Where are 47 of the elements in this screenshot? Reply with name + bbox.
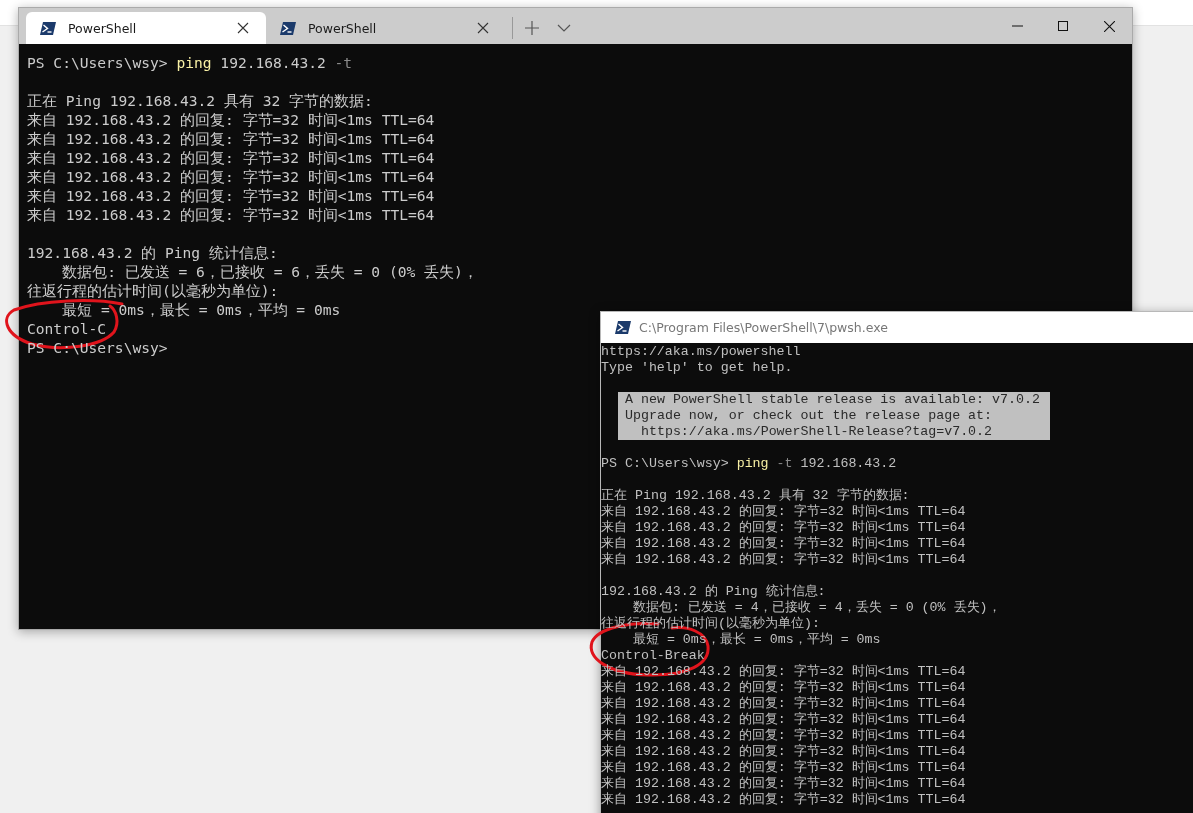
powershell-icon (40, 21, 56, 35)
output-line: 来自 192.168.43.2 的回复: 字节=32 时间<1ms TTL=64 (601, 712, 966, 728)
output-line: 来自 192.168.43.2 的回复: 字节=32 时间<1ms TTL=64 (601, 520, 966, 536)
output-line: 来自 192.168.43.2 的回复: 字节=32 时间<1ms TTL=64 (27, 110, 435, 129)
output-line: 来自 192.168.43.2 的回复: 字节=32 时间<1ms TTL=64 (601, 760, 966, 776)
output-line: 最短 = 0ms，最长 = 0ms，平均 = 0ms (631, 632, 881, 648)
output-line: Control-Break (601, 648, 705, 664)
output-line: Type 'help' to get help. (601, 360, 793, 376)
output-line: 192.168.43.2 的 Ping 统计信息: (601, 584, 826, 600)
tab[interactable]: PowerShell (26, 12, 266, 44)
output-line: 正在 Ping 192.168.43.2 具有 32 字节的数据: (27, 91, 373, 110)
minimize-icon (1011, 25, 1023, 27)
maximize-icon (1058, 21, 1068, 31)
tab[interactable]: PowerShell (266, 12, 506, 44)
close-icon (237, 22, 249, 34)
close-icon (1103, 20, 1115, 32)
output-line: 来自 192.168.43.2 的回复: 字节=32 时间<1ms TTL=64 (601, 792, 966, 808)
output-line: 来自 192.168.43.2 的回复: 字节=32 时间<1ms TTL=64 (27, 148, 435, 167)
update-notice: A new PowerShell stable release is available: v7.0.2 Upgrade now, or check out the release page at: https://aka.ms/PowerShell-Release?tag=v7.0.2 (618, 392, 1050, 440)
output-line: 来自 192.168.43.2 的回复: 字节=32 时间<1ms TTL=64 (601, 680, 966, 696)
plus-icon (525, 21, 539, 35)
output-line: 来自 192.168.43.2 的回复: 字节=32 时间<1ms TTL=64 (601, 728, 966, 744)
output-line: 来自 192.168.43.2 的回复: 字节=32 时间<1ms TTL=64 (27, 186, 435, 205)
output-line: 来自 192.168.43.2 的回复: 字节=32 时间<1ms TTL=64 (27, 167, 435, 186)
output-line: Control-C (27, 319, 107, 338)
output-line: 来自 192.168.43.2 的回复: 字节=32 时间<1ms TTL=64 (601, 776, 966, 792)
powershell-icon (615, 321, 631, 334)
output-line: 来自 192.168.43.2 的回复: 字节=32 时间<1ms TTL=64 (601, 504, 966, 520)
output-line: 最短 = 0ms，最长 = 0ms，平均 = 0ms (61, 300, 341, 319)
output-line: 192.168.43.2 的 Ping 统计信息: (27, 243, 278, 262)
output-line: 来自 192.168.43.2 的回复: 字节=32 时间<1ms TTL=64 (601, 536, 966, 552)
output-line: 数据包: 已发送 = 6，已接收 = 6，丢失 = 0 (0% 丢失)， (61, 262, 478, 281)
command-line: PS C:\Users\wsy> ping -t 192.168.43.2 (601, 456, 897, 472)
output-line: https://aka.ms/powershell (601, 344, 801, 360)
output-line: 往返行程的估计时间(以毫秒为单位): (27, 281, 279, 300)
output-line: 来自 192.168.43.2 的回复: 字节=32 时间<1ms TTL=64 (601, 696, 966, 712)
output-line: 来自 192.168.43.2 的回复: 字节=32 时间<1ms TTL=64 (27, 129, 435, 148)
output-line: 来自 192.168.43.2 的回复: 字节=32 时间<1ms TTL=64 (27, 205, 435, 224)
command-line: PS C:\Users\wsy> ping 192.168.43.2 -t (27, 53, 353, 72)
output-line: 数据包: 已发送 = 4，已接收 = 4，丢失 = 0 (0% 丢失)， (631, 600, 1001, 616)
close-icon (477, 22, 489, 34)
output-line: 来自 192.168.43.2 的回复: 字节=32 时间<1ms TTL=64 (601, 552, 966, 568)
output-line: 正在 Ping 192.168.43.2 具有 32 字节的数据: (601, 488, 910, 504)
output-line: 来自 192.168.43.2 的回复: 字节=32 时间<1ms TTL=64 (601, 744, 966, 760)
powershell-icon (280, 21, 296, 35)
window-title: C:\Program Files\PowerShell\7\pwsh.exe (639, 320, 888, 335)
chevron-down-icon (557, 24, 571, 32)
